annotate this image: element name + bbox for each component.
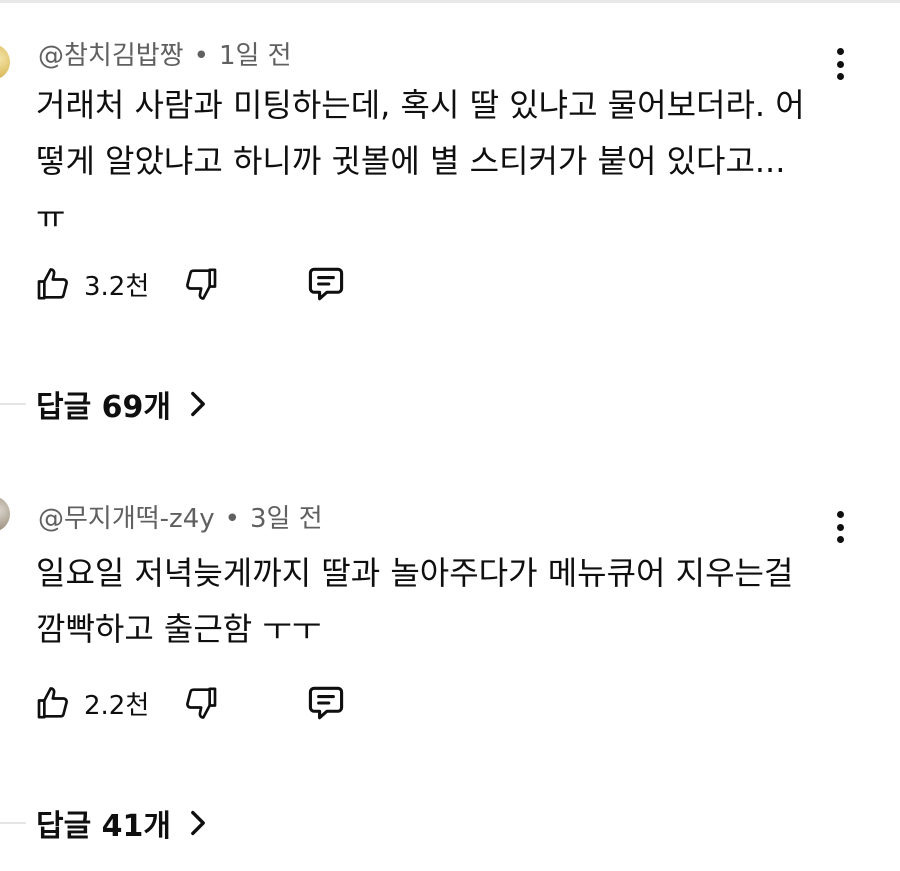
more-vertical-icon [836,73,844,80]
comment-item: @참치김밥짱 • 1일 전 거래처 사람과 미팅하는데, 혹시 딸 있냐고 물어보더… [0,0,900,450]
like-count: 3.2천 [84,271,150,302]
like-count: 2.2천 [84,690,150,721]
chevron-right-icon [189,391,207,417]
comments-screen: @참치김밥짱 • 1일 전 거래처 사람과 미팅하는데, 혹시 딸 있냐고 물어보더… [0,0,900,871]
avatar[interactable] [0,44,10,80]
reply-button[interactable] [304,262,348,306]
meta-separator: • [224,504,240,534]
comment-author[interactable]: @참치김밥짱 [38,41,184,71]
view-replies-button[interactable]: 답글 69개 [36,382,207,426]
comment-text-line: 거래처 사람과 미팅하는데, 혹시 딸 있냐고 물어보더라. 어 [36,86,805,124]
comment-text: 일요일 저녁늦게까지 딸과 놀아주다가 메뉴큐어 지우는걸 깜빡하고 출근함 ㅜ… [36,545,836,657]
comment-text-line: 떻게 알았냐고 하니까 귓볼에 별 스티커가 붙어 있다고... [36,142,786,180]
meta-separator: • [193,41,209,71]
like-button[interactable]: 2.2천 [34,681,149,725]
reply-comment-icon [308,267,344,301]
thumbs-down-icon [186,268,217,300]
thumbs-up-icon [37,687,68,719]
more-vertical-icon [836,523,844,531]
more-vertical-icon [836,511,844,518]
comment-meta: @무지개떡-z4y • 3일 전 [38,498,323,535]
comment-author[interactable]: @무지개떡-z4y [38,504,215,534]
like-button[interactable]: 3.2천 [34,262,149,306]
comment-actions: 3.2천 [34,262,374,306]
chevron-right-icon [189,810,207,836]
reply-button[interactable] [304,681,348,725]
comment-text: 거래처 사람과 미팅하는데, 혹시 딸 있냐고 물어보더라. 어 떻게 알았냐고… [36,77,836,245]
reply-comment-icon [308,686,344,720]
avatar[interactable] [0,496,10,532]
comment-actions: 2.2천 [34,681,374,725]
replies-label: 답글 69개 [36,390,171,425]
dislike-button[interactable] [180,681,220,725]
more-vertical-icon [836,60,844,68]
comment-time: 3일 전 [249,504,323,534]
comment-item: @무지개떡-z4y • 3일 전 일요일 저녁늦게까지 딸과 놀아주다가 메뉴큐어 … [0,450,900,871]
more-options-button[interactable] [828,507,852,547]
more-vertical-icon [836,536,844,543]
comment-meta: @참치김밥짱 • 1일 전 [38,35,292,72]
dislike-button[interactable] [180,262,220,306]
comment-time: 1일 전 [218,41,292,71]
comment-text-line: 깜빡하고 출근함 ㅜㅜ [36,610,322,648]
thumbs-down-icon [186,687,217,719]
replies-label: 답글 41개 [36,809,171,844]
thread-connector [0,389,26,405]
more-vertical-icon [836,48,844,55]
comment-text-line: 일요일 저녁늦게까지 딸과 놀아주다가 메뉴큐어 지우는걸 [36,554,794,592]
thumbs-up-icon [37,268,68,300]
comment-text-line: ㅠ [36,198,66,236]
view-replies-button[interactable]: 답글 41개 [36,801,207,845]
thread-connector [0,808,26,824]
